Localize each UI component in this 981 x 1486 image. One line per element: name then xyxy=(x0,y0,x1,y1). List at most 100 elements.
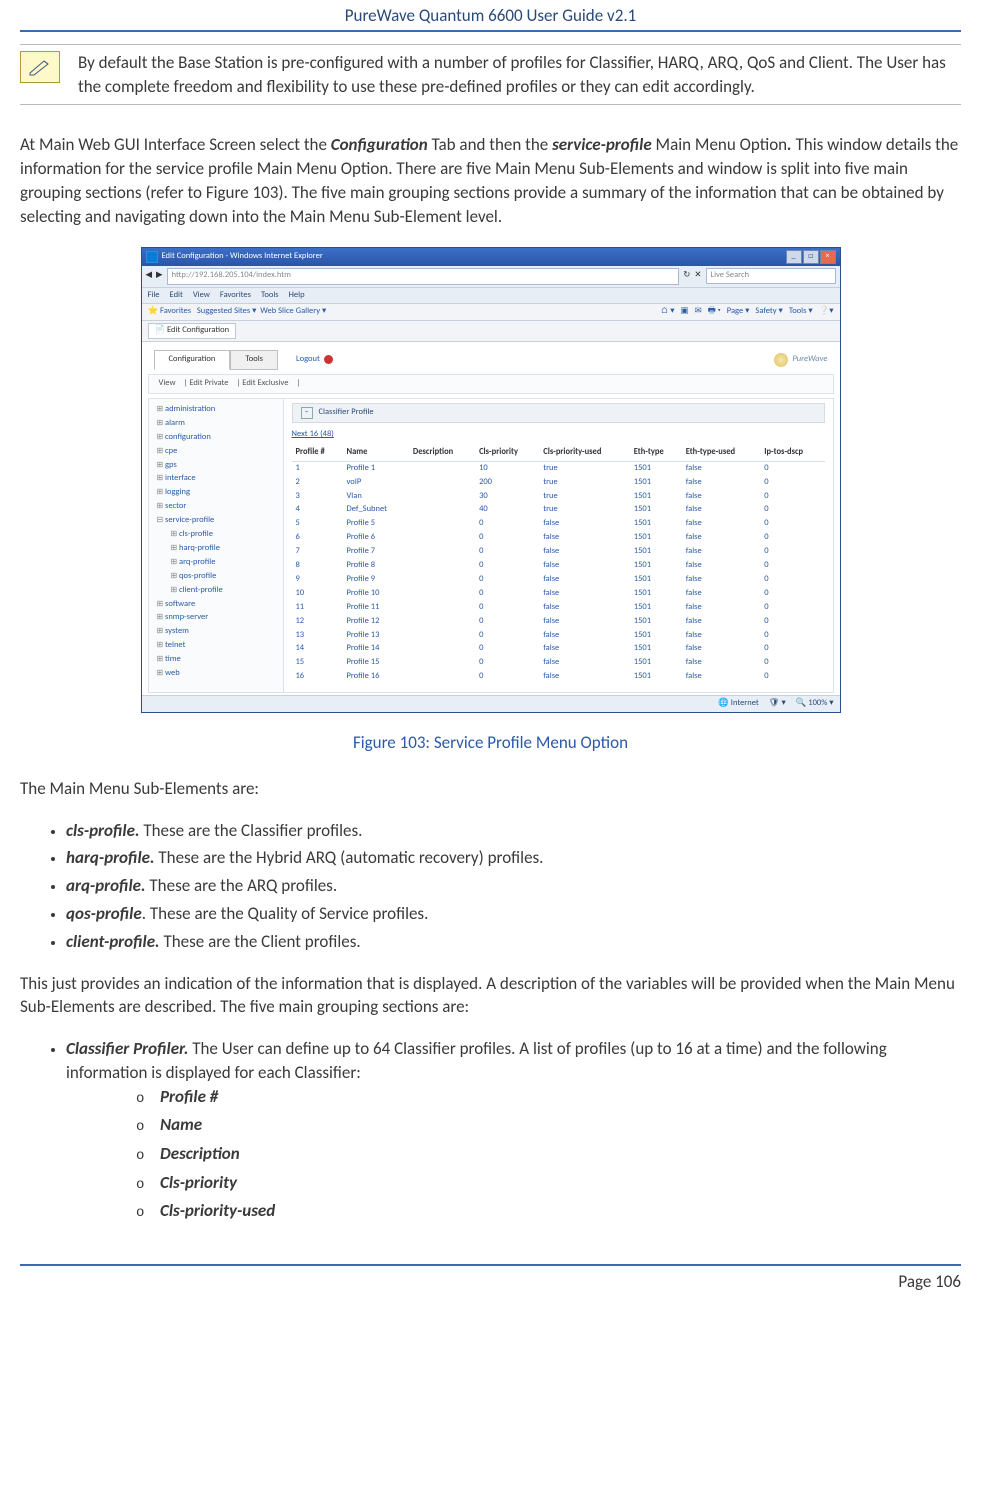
zoom-level[interactable]: 🔍 100% ▾ xyxy=(796,698,834,710)
page-menu[interactable]: Page ▾ xyxy=(727,306,750,318)
tree-service-profile[interactable]: service-profile xyxy=(151,514,281,528)
tree-telnet[interactable]: telnet xyxy=(151,639,281,653)
table-cell: Profile 7 xyxy=(342,545,408,559)
tree-gps[interactable]: gps xyxy=(151,459,281,473)
menu-favorites[interactable]: Favorites xyxy=(220,290,251,302)
mode-edit-private[interactable]: Edit Private xyxy=(189,378,228,388)
table-row[interactable]: 5Profile 50false1501false0 xyxy=(292,517,825,531)
tab-tools[interactable]: Tools xyxy=(230,350,278,370)
menu-help[interactable]: Help xyxy=(289,290,305,302)
browser-tab[interactable]: 📄 Edit Configuration xyxy=(148,323,237,339)
table-cell: 0 xyxy=(475,615,539,629)
table-cell: Profile 12 xyxy=(342,615,408,629)
table-row[interactable]: 8Profile 80false1501false0 xyxy=(292,559,825,573)
field-item: Cls-priority-used xyxy=(136,1199,961,1224)
table-row[interactable]: 10Profile 100false1501false0 xyxy=(292,587,825,601)
home-icon[interactable]: ⌂ ▾ xyxy=(661,306,675,318)
table-row[interactable]: 11Profile 110false1501false0 xyxy=(292,601,825,615)
table-cell: 1501 xyxy=(630,587,682,601)
table-row[interactable]: 6Profile 60false1501false0 xyxy=(292,531,825,545)
table-row[interactable]: 16Profile 160false1501false0 xyxy=(292,670,825,684)
menu-tools[interactable]: Tools xyxy=(261,290,279,302)
table-cell: false xyxy=(682,559,760,573)
forward-button[interactable]: ▶ xyxy=(156,270,163,282)
mode-view[interactable]: View xyxy=(159,378,176,388)
minimize-button[interactable]: _ xyxy=(786,250,802,264)
logout-icon xyxy=(324,355,333,364)
table-cell: false xyxy=(682,503,760,517)
tree-alarm[interactable]: alarm xyxy=(151,417,281,431)
stop-icon[interactable]: ✕ xyxy=(694,270,701,282)
tools-menu[interactable]: Tools ▾ xyxy=(789,306,813,318)
table-cell: false xyxy=(682,587,760,601)
tree-arq-profile[interactable]: arq-profile xyxy=(165,556,281,570)
tree-configuration[interactable]: configuration xyxy=(151,431,281,445)
safety-menu[interactable]: Safety ▾ xyxy=(755,306,782,318)
table-row[interactable]: 3Vlan30true1501false0 xyxy=(292,490,825,504)
table-cell: 0 xyxy=(475,545,539,559)
menu-file[interactable]: File xyxy=(148,290,160,302)
table-row[interactable]: 15Profile 150false1501false0 xyxy=(292,656,825,670)
table-cell: false xyxy=(682,670,760,684)
tree-administration[interactable]: administration xyxy=(151,403,281,417)
section-header[interactable]: –Classifier Profile xyxy=(292,403,825,423)
table-cell: 0 xyxy=(760,490,824,504)
table-row[interactable]: 4Def_Subnet40true1501false0 xyxy=(292,503,825,517)
table-cell: 1501 xyxy=(630,461,682,475)
pager-link[interactable]: Next 16 (48) xyxy=(292,429,825,441)
table-row[interactable]: 7Profile 70false1501false0 xyxy=(292,545,825,559)
menu-view[interactable]: View xyxy=(193,290,210,302)
table-row[interactable]: 2voIP200true1501false0 xyxy=(292,476,825,490)
tree-software[interactable]: software xyxy=(151,598,281,612)
table-cell: false xyxy=(682,490,760,504)
address-bar[interactable]: http://192.168.205.104/index.htm xyxy=(167,268,680,285)
help-icon[interactable]: ❔▾ xyxy=(819,306,834,318)
table-row[interactable]: 9Profile 90false1501false0 xyxy=(292,573,825,587)
web-slice-gallery[interactable]: Web Slice Gallery ▾ xyxy=(260,306,326,316)
tree-time[interactable]: time xyxy=(151,653,281,667)
table-row[interactable]: 1Profile 110true1501false0 xyxy=(292,461,825,475)
table-cell: false xyxy=(682,476,760,490)
close-button[interactable]: × xyxy=(820,250,836,264)
note-text: By default the Base Station is pre-confi… xyxy=(78,51,961,99)
refresh-icon[interactable]: ↻ xyxy=(683,270,690,282)
table-cell: 0 xyxy=(475,517,539,531)
tree-logging[interactable]: logging xyxy=(151,486,281,500)
logout-link[interactable]: Logout xyxy=(296,354,333,366)
back-button[interactable]: ◀ xyxy=(146,270,153,282)
table-row[interactable]: 13Profile 130false1501false0 xyxy=(292,629,825,643)
tree-cpe[interactable]: cpe xyxy=(151,445,281,459)
print-icon[interactable]: 🖶 ▾ xyxy=(708,306,721,318)
table-cell: 10 xyxy=(475,461,539,475)
table-cell: 1501 xyxy=(630,517,682,531)
table-cell: 0 xyxy=(760,642,824,656)
table-cell: 15 xyxy=(292,656,343,670)
tree-web[interactable]: web xyxy=(151,667,281,681)
tree-client-profile[interactable]: client-profile xyxy=(165,584,281,598)
tree-snmp-server[interactable]: snmp-server xyxy=(151,611,281,625)
search-box[interactable]: Live Search xyxy=(706,268,836,284)
table-cell: 1501 xyxy=(630,601,682,615)
table-cell: 0 xyxy=(760,503,824,517)
ie-menubar: File Edit View Favorites Tools Help xyxy=(142,288,840,305)
tree-qos-profile[interactable]: qos-profile xyxy=(165,570,281,584)
tree-cls-profile[interactable]: cls-profile xyxy=(165,528,281,542)
tree-harq-profile[interactable]: harq-profile xyxy=(165,542,281,556)
mail-icon[interactable]: ✉ xyxy=(695,306,702,318)
maximize-button[interactable]: □ xyxy=(803,250,819,264)
table-header: Ip-tos-dscp xyxy=(760,445,824,461)
feeds-icon[interactable]: ▣ xyxy=(681,306,689,318)
tree-system[interactable]: system xyxy=(151,625,281,639)
collapse-icon[interactable]: – xyxy=(301,407,313,419)
menu-edit[interactable]: Edit xyxy=(170,290,183,302)
tab-configuration[interactable]: Configuration xyxy=(154,350,231,370)
tree-sector[interactable]: sector xyxy=(151,500,281,514)
table-cell: false xyxy=(682,615,760,629)
favorites-label[interactable]: ⭐ Favorites xyxy=(148,306,192,316)
table-row[interactable]: 12Profile 120false1501false0 xyxy=(292,615,825,629)
suggested-sites[interactable]: Suggested Sites ▾ xyxy=(197,306,257,316)
mode-edit-exclusive[interactable]: Edit Exclusive xyxy=(242,378,288,388)
tree-interface[interactable]: interface xyxy=(151,472,281,486)
table-row[interactable]: 14Profile 140false1501false0 xyxy=(292,642,825,656)
table-cell: 16 xyxy=(292,670,343,684)
